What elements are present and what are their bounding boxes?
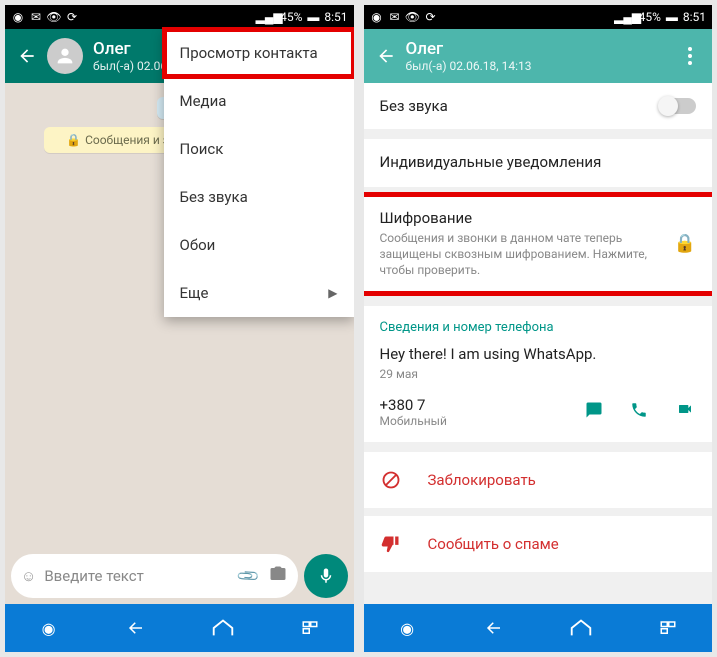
custom-notifications-row[interactable]: Индивидуальные уведомления: [364, 139, 713, 187]
chevron-right-icon: ▶: [328, 286, 337, 300]
battery-icon: ▬: [665, 10, 679, 24]
emoji-icon[interactable]: ☺: [21, 567, 36, 585]
back-button[interactable]: [374, 44, 398, 68]
camera-icon[interactable]: [268, 565, 288, 587]
mute-toggle[interactable]: [660, 98, 696, 114]
lock-icon: 🔒: [674, 233, 696, 254]
block-icon: [380, 470, 402, 490]
phone-type: Мобильный: [380, 414, 585, 428]
nav-back-icon[interactable]: [481, 615, 507, 641]
header-text: Олег был(-а) 02.06.18, 14:13: [406, 39, 679, 73]
encryption-section[interactable]: Шифрование Сообщения и звонки в данном ч…: [364, 192, 713, 296]
status-bar: ◉ ✉ 👁 ⟳ ▂▄▆ 45% ▬ 8:51: [364, 5, 713, 29]
nav-tv-icon[interactable]: ◉: [394, 615, 420, 641]
nav-home-icon[interactable]: [210, 615, 236, 641]
chat-screen: ◉ ✉ 👁 ⟳ ▂▄▆ 45% ▬ 8:51 Олег был(-а) 02.0…: [5, 5, 354, 652]
message-input[interactable]: ☺ Введите текст 📎: [11, 554, 298, 598]
menu-more[interactable]: Еще▶: [164, 269, 354, 317]
report-label: Сообщить о спаме: [428, 535, 559, 553]
phone-row[interactable]: +380 7 Мобильный: [380, 396, 697, 428]
menu-mute[interactable]: Без звука: [164, 173, 354, 221]
input-area: ☺ Введите текст 📎: [5, 548, 354, 604]
nav-tv-icon[interactable]: ◉: [36, 615, 62, 641]
contact-header: Олег был(-а) 02.06.18, 14:13: [364, 29, 713, 83]
battery-icon: ▬: [306, 10, 320, 24]
nav-home-icon[interactable]: [568, 615, 594, 641]
teamviewer-icon: ◉: [11, 10, 25, 24]
avatar[interactable]: [47, 38, 83, 74]
phone-number: +380 7: [380, 396, 585, 414]
mic-button[interactable]: [304, 554, 348, 598]
message-icon[interactable]: [584, 401, 604, 423]
about-section: Сведения и номер телефона Hey there! I a…: [364, 306, 713, 442]
battery-pct: 45%: [639, 10, 661, 24]
options-dropdown: Просмотр контакта Медиа Поиск Без звука …: [164, 29, 354, 317]
clock: 8:51: [683, 10, 706, 24]
mail-icon: ✉: [388, 10, 402, 24]
menu-view-contact[interactable]: Просмотр контакта: [164, 29, 354, 77]
custom-notif-label: Индивидуальные уведомления: [380, 153, 697, 171]
menu-search[interactable]: Поиск: [164, 125, 354, 173]
contact-info-screen: ◉ ✉ 👁 ⟳ ▂▄▆ 45% ▬ 8:51 Олег был(-а) 02.0…: [364, 5, 713, 652]
encryption-desc: Сообщения и звонки в данном чате теперь …: [380, 230, 664, 279]
report-row[interactable]: Сообщить о спаме: [364, 516, 713, 572]
signal-icon: ▂▄▆: [262, 10, 276, 24]
clock: 8:51: [324, 10, 347, 24]
block-label: Заблокировать: [428, 471, 536, 489]
mail-icon: ✉: [29, 10, 43, 24]
more-button[interactable]: [678, 47, 702, 65]
contact-body: Без звука Индивидуальные уведомления Шиф…: [364, 83, 713, 604]
bottom-nav: ◉: [5, 604, 354, 652]
last-seen: был(-а) 02.06.18, 14:13: [406, 59, 679, 73]
lock-icon: 🔒: [66, 133, 81, 147]
signal-icon: ▂▄▆: [621, 10, 635, 24]
encryption-title: Шифрование: [380, 209, 664, 227]
back-button[interactable]: [15, 44, 39, 68]
contact-name: Олег: [406, 39, 679, 59]
status-date: 29 мая: [380, 366, 697, 382]
about-section-label: Сведения и номер телефона: [380, 320, 697, 335]
mute-section[interactable]: Без звука: [364, 83, 713, 129]
call-icon[interactable]: [630, 401, 648, 423]
nav-back-icon[interactable]: [123, 615, 149, 641]
nav-recent-icon[interactable]: [297, 615, 323, 641]
status-bar: ◉ ✉ 👁 ⟳ ▂▄▆ 45% ▬ 8:51: [5, 5, 354, 29]
input-placeholder: Введите текст: [44, 567, 232, 585]
eye-icon: 👁: [47, 10, 61, 24]
eye-icon: 👁: [406, 10, 420, 24]
battery-pct: 45%: [280, 10, 302, 24]
block-row[interactable]: Заблокировать: [364, 452, 713, 508]
menu-media[interactable]: Медиа: [164, 77, 354, 125]
nav-recent-icon[interactable]: [655, 615, 681, 641]
bottom-nav: ◉: [364, 604, 713, 652]
status-text: Hey there! I am using WhatsApp.: [380, 345, 697, 363]
menu-wallpaper[interactable]: Обои: [164, 221, 354, 269]
teamviewer-icon: ◉: [370, 10, 384, 24]
sync-icon: ⟳: [65, 10, 79, 24]
attach-icon[interactable]: 📎: [235, 563, 261, 589]
sync-icon: ⟳: [424, 10, 438, 24]
mute-label: Без звука: [380, 97, 448, 115]
video-icon[interactable]: [674, 401, 696, 423]
thumbs-down-icon: [380, 534, 402, 554]
